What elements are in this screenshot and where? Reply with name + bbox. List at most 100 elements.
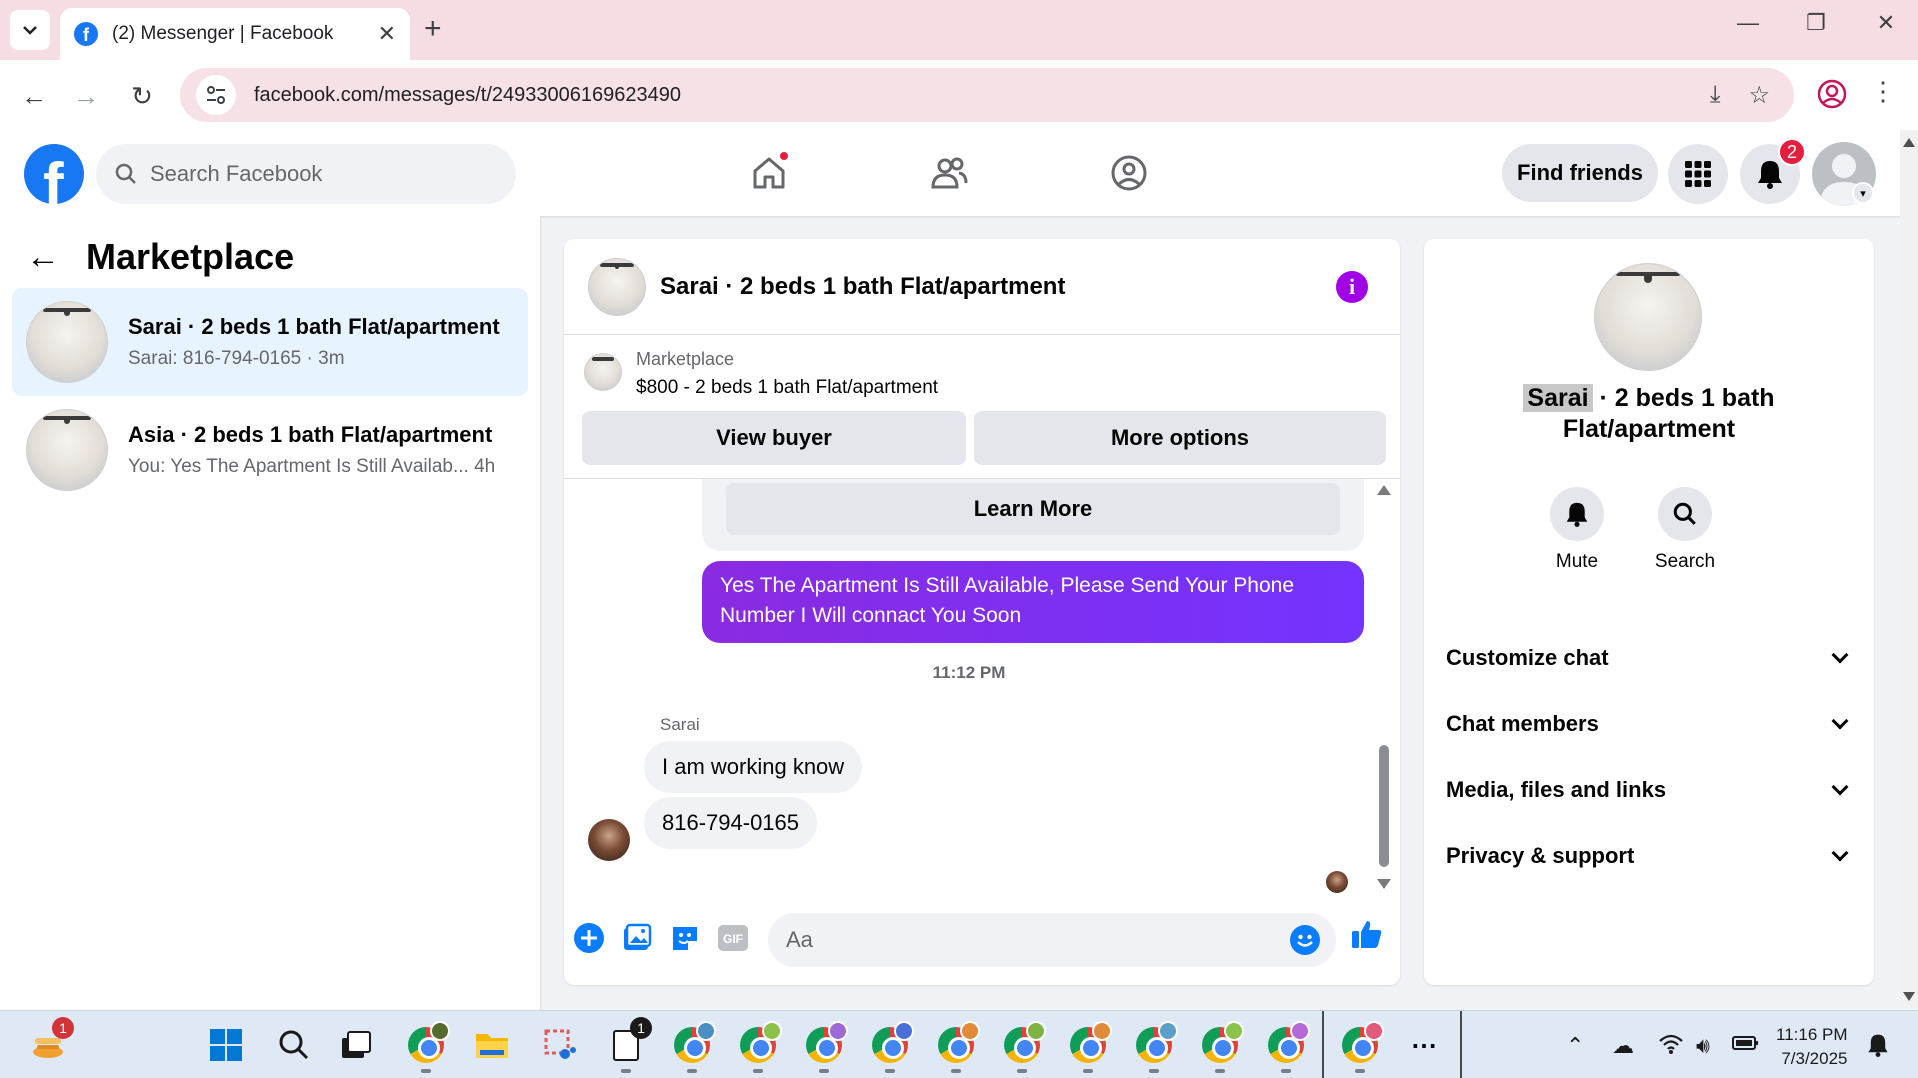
battery-icon[interactable] — [1732, 1033, 1760, 1059]
close-tab-icon[interactable]: ✕ — [378, 21, 396, 47]
notepad-icon[interactable]: 1 — [606, 1017, 652, 1065]
chrome-profile-3-icon[interactable] — [804, 1021, 848, 1065]
like-thumb-icon[interactable] — [1350, 917, 1384, 951]
system-clock[interactable]: 11:16 PM 7/3/2025 — [1776, 1023, 1848, 1071]
volume-icon[interactable]: 🔊︎ — [1696, 1033, 1710, 1059]
scroll-down-arrow-icon[interactable] — [1377, 879, 1391, 889]
address-bar[interactable]: facebook.com/messages/t/2493300616962349… — [180, 68, 1794, 122]
file-explorer-icon[interactable] — [472, 1025, 512, 1065]
listing-price-title[interactable]: $800 - 2 beds 1 bath Flat/apartment — [636, 377, 938, 399]
install-app-icon[interactable]: ⤓ — [1710, 81, 1721, 110]
chrome-profile-9-icon[interactable] — [1200, 1021, 1244, 1065]
page-scroll-down-icon[interactable] — [1903, 992, 1915, 1001]
listing-small-thumbnail — [584, 353, 622, 391]
chat-members-section[interactable]: Chat members — [1446, 699, 1856, 749]
chrome-profile-8-icon[interactable] — [1134, 1021, 1178, 1065]
plus-circle-icon[interactable] — [572, 921, 606, 955]
search-conversation-button[interactable]: Search — [1640, 487, 1730, 573]
page-scrollbar[interactable] — [1900, 130, 1918, 1008]
widgets-icon[interactable]: 1 — [28, 1017, 74, 1065]
conversation-item-asia[interactable]: Asia · 2 beds 1 bath Flat/apartment You:… — [12, 396, 528, 504]
back-icon[interactable]: ← — [16, 78, 52, 114]
onedrive-cloud-icon[interactable]: ☁ — [1612, 1033, 1634, 1059]
customize-chat-section[interactable]: Customize chat — [1446, 633, 1856, 683]
learn-more-button[interactable]: Learn More — [726, 483, 1340, 535]
browser-profile-icon[interactable] — [1814, 76, 1850, 112]
snipping-tool-icon[interactable] — [540, 1025, 580, 1065]
new-tab-button[interactable]: + — [424, 12, 442, 46]
facebook-favicon-icon: f — [74, 22, 98, 46]
menu-grid-button[interactable] — [1668, 144, 1728, 204]
chrome-profile-2-icon[interactable] — [738, 1021, 782, 1065]
minimize-icon[interactable]: — — [1728, 10, 1768, 36]
facebook-logo-icon[interactable]: f — [24, 144, 84, 204]
page-scroll-up-icon[interactable] — [1903, 138, 1915, 147]
taskbar-search-icon[interactable] — [274, 1025, 314, 1065]
bookmark-star-icon[interactable]: ☆ — [1748, 81, 1770, 110]
notifications-button[interactable]: 2 — [1740, 138, 1806, 204]
gif-icon[interactable]: GIF — [716, 921, 750, 955]
more-apps-icon[interactable]: ⋯ — [1404, 1025, 1444, 1065]
wifi-icon[interactable] — [1658, 1033, 1684, 1061]
chat-title[interactable]: Sarai · 2 beds 1 bath Flat/apartment — [660, 273, 1065, 301]
shared-card: Learn More — [702, 479, 1364, 551]
view-buyer-button[interactable]: View buyer — [582, 411, 966, 465]
chat-window: Sarai · 2 beds 1 bath Flat/apartment i M… — [564, 239, 1400, 985]
section-label: Privacy & support — [1446, 843, 1635, 868]
facebook-search-input[interactable]: Search Facebook — [96, 144, 516, 204]
home-nav-button[interactable] — [744, 150, 794, 196]
chrome-active-icon[interactable] — [1340, 1021, 1384, 1065]
chrome-profile-5-icon[interactable] — [936, 1021, 980, 1065]
reload-icon[interactable]: ↻ — [124, 78, 160, 114]
listing-thumbnail — [26, 409, 108, 491]
marketplace-label: Marketplace — [636, 349, 735, 369]
task-view-icon[interactable] — [336, 1025, 376, 1065]
emoji-icon[interactable] — [1290, 925, 1320, 955]
friends-nav-button[interactable] — [924, 150, 974, 196]
more-options-button[interactable]: More options — [974, 411, 1386, 465]
info-icon[interactable]: i — [1336, 271, 1368, 303]
clock-time: 11:16 PM — [1776, 1025, 1848, 1044]
start-windows-icon[interactable] — [206, 1025, 246, 1065]
photo-icon[interactable] — [620, 921, 654, 955]
chrome-profile-6-icon[interactable] — [1002, 1021, 1046, 1065]
media-files-links-section[interactable]: Media, files and links — [1446, 765, 1856, 815]
chat-listing-thumbnail[interactable] — [588, 257, 646, 316]
browser-tab[interactable]: f (2) Messenger | Facebook ✕ — [60, 8, 410, 60]
back-arrow-icon[interactable]: ← — [26, 238, 60, 277]
conversation-name: Asia · 2 beds 1 bath Flat/apartment — [128, 422, 493, 447]
message-timestamp: 11:12 PM — [932, 663, 1006, 682]
privacy-support-section[interactable]: Privacy & support — [1446, 831, 1856, 881]
chrome-taskbar-icon[interactable] — [406, 1021, 450, 1065]
search-placeholder: Search Facebook — [150, 161, 323, 186]
facebook-header: f Search Facebook Find friends 2 ▾ — [0, 130, 1900, 216]
find-friends-button[interactable]: Find friends — [1502, 144, 1658, 202]
tab-title: (2) Messenger | Facebook — [112, 23, 334, 44]
chrome-profile-10-icon[interactable] — [1266, 1021, 1310, 1065]
sticker-icon[interactable] — [668, 921, 702, 955]
chrome-profile-7-icon[interactable] — [1068, 1021, 1112, 1065]
scroll-up-arrow-icon[interactable] — [1377, 485, 1391, 495]
browser-toolbar: ← → ↻ facebook.com/messages/t/2493300616… — [0, 60, 1918, 130]
message-input[interactable]: Aa — [768, 913, 1336, 967]
conversation-item-sarai[interactable]: Sarai · 2 beds 1 bath Flat/apartment Sar… — [12, 288, 528, 396]
site-info-icon[interactable] — [196, 75, 236, 115]
tray-overflow-icon[interactable]: ⌃ — [1566, 1033, 1584, 1059]
restore-icon[interactable]: ❐ — [1796, 10, 1836, 36]
forward-icon[interactable]: → — [68, 78, 104, 114]
close-icon[interactable]: ✕ — [1866, 10, 1906, 36]
details-listing-thumbnail[interactable] — [1594, 263, 1702, 371]
chat-scrollbar-thumb[interactable] — [1379, 745, 1389, 867]
message-placeholder: Aa — [786, 927, 813, 952]
mute-button[interactable]: Mute — [1532, 487, 1622, 573]
groups-nav-button[interactable] — [1104, 150, 1154, 196]
sender-avatar[interactable] — [588, 819, 630, 861]
notification-count-badge: 2 — [1778, 138, 1806, 166]
chrome-profile-1-icon[interactable] — [672, 1021, 716, 1065]
chrome-profile-4-icon[interactable] — [870, 1021, 914, 1065]
notification-center-icon[interactable] — [1866, 1033, 1890, 1063]
account-chevron-icon[interactable]: ▾ — [1852, 182, 1874, 204]
tab-list-button[interactable] — [10, 10, 50, 50]
running-indicator — [753, 1069, 763, 1073]
browser-menu-icon[interactable]: ⋮ — [1870, 76, 1896, 107]
